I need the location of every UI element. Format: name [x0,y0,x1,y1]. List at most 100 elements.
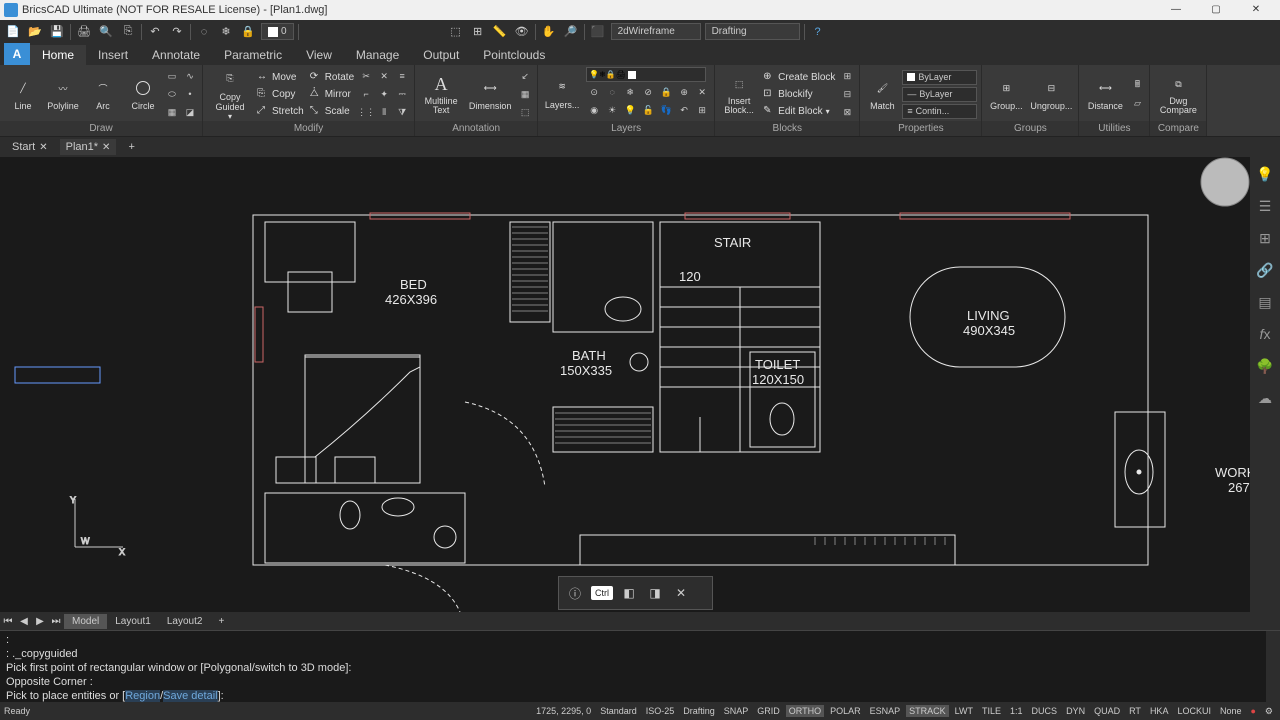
fillet-icon[interactable]: ⌐ [358,86,374,102]
layeriso-icon[interactable]: ◌ [195,23,213,41]
fx-icon[interactable]: fx [1256,325,1274,343]
blk2-icon[interactable]: ⊟ [839,86,855,102]
undo-icon[interactable]: ↶ [146,23,164,41]
toggle-strack[interactable]: STRACK [906,705,949,717]
layuniso-icon[interactable]: ◉ [586,102,602,118]
close-hint-icon[interactable]: ✕ [671,583,691,603]
layoff-icon[interactable]: ⊘ [640,84,656,100]
sheets-icon[interactable]: ▤ [1256,293,1274,311]
calc-icon[interactable]: 🖩 [1129,77,1145,93]
cmd-scrollbar[interactable] [1266,631,1280,702]
status-coords[interactable]: 1725, 2295, 0 [533,705,594,717]
move-button[interactable]: ↔Move [255,69,306,85]
mode1-icon[interactable]: ◧ [619,583,639,603]
publish-icon[interactable]: ⎘ [119,23,137,41]
tab-view[interactable]: View [294,45,344,65]
tab-manage[interactable]: Manage [344,45,411,65]
layout-prev-icon[interactable]: ◀ [16,616,32,627]
dwg-compare-button[interactable]: ⧉Dwg Compare [1154,67,1202,121]
blk3-icon[interactable]: ⊠ [839,104,855,120]
attach-icon[interactable]: 🔗 [1256,261,1274,279]
tab-output[interactable]: Output [411,45,471,65]
help-icon[interactable]: ? [809,23,827,41]
laythw-icon[interactable]: ☀ [604,102,620,118]
toggle-ortho[interactable]: ORTHO [786,705,824,717]
layon-icon[interactable]: 💡 [622,102,638,118]
polyline-button[interactable]: 〰Polyline [44,67,82,121]
new-doc-button[interactable]: + [122,139,140,155]
color-dropdown[interactable]: ByLayer [902,70,977,85]
create-block-button[interactable]: ⊕Create Block [761,69,837,85]
selsim-icon[interactable]: ⊞ [469,23,487,41]
measure-icon[interactable]: 📏 [491,23,509,41]
ellipse-icon[interactable]: ⬭ [164,86,180,102]
join-icon[interactable]: ⧩ [394,104,410,120]
toggle-lockui[interactable]: LOCKUI [1174,705,1214,717]
close-plan-icon[interactable]: ✕ [102,142,110,153]
leader-icon[interactable]: ↙ [517,68,533,84]
workspace-dropdown[interactable]: Drafting [705,23,800,40]
minimize-button[interactable]: — [1156,0,1196,20]
layerfrz-icon[interactable]: ❄ [217,23,235,41]
layer-color[interactable]: 0 [261,23,294,40]
laymcur-icon[interactable]: ⊙ [586,84,602,100]
region-icon[interactable]: ◪ [182,104,198,120]
layout-first-icon[interactable]: ⏮ [0,616,16,627]
copy-guided-button[interactable]: ⎘Copy Guided▾ [207,67,253,121]
layers-button[interactable]: ≋Layers... [542,68,582,118]
tab-home[interactable]: Home [30,45,86,65]
open-icon[interactable]: 📂 [26,23,44,41]
layfrz-icon[interactable]: ❄ [622,84,638,100]
line-button[interactable]: ╱Line [4,67,42,121]
cloud-icon[interactable]: ☁ [1256,389,1274,407]
laylck-icon[interactable]: 🔒 [658,84,674,100]
mirror-button[interactable]: ⧊Mirror [308,86,356,102]
select-icon[interactable]: ⬚ [447,23,465,41]
toggle-rt[interactable]: RT [1126,705,1144,717]
rotate-button[interactable]: ⟳Rotate [308,69,356,85]
rect-icon[interactable]: ▭ [164,68,180,84]
tab-insert[interactable]: Insert [86,45,140,65]
explode-icon[interactable]: ✦ [376,86,392,102]
toggle-esnap[interactable]: ESNAP [867,705,904,717]
layerlock-icon[interactable]: 🔒 [239,23,257,41]
command-window[interactable]: : : ._copyguided Pick first point of rec… [0,630,1280,702]
array-icon[interactable]: ⋮⋮ [358,104,374,120]
toggle-grid[interactable]: GRID [754,705,783,717]
blockify-button[interactable]: ⊡Blockify [761,86,837,102]
table-icon[interactable]: ▦ [517,86,533,102]
toggle-lwt[interactable]: LWT [952,705,976,717]
toggle-none[interactable]: None [1217,705,1245,717]
scale-button[interactable]: ⤡Scale [308,103,356,119]
distance-button[interactable]: ⟷Distance [1083,67,1127,121]
lineweight-dropdown[interactable]: ≡Contin... [902,104,977,119]
status-ws[interactable]: Drafting [680,705,718,717]
save-icon[interactable]: 💾 [48,23,66,41]
layiso-icon[interactable]: ◌ [604,84,620,100]
drawing-canvas[interactable]: BED 426X396 STAIR 120 BATH 150X335 TOILE… [0,157,1280,612]
match-button[interactable]: 🖌Match [864,67,900,121]
area-icon[interactable]: ▱ [1129,95,1145,111]
toggle-scale[interactable]: 1:1 [1007,705,1026,717]
laydel-icon[interactable]: ✕ [694,84,710,100]
stretch-button[interactable]: ⤢Stretch [255,103,306,119]
laymrg-icon[interactable]: ⊕ [676,84,692,100]
maximize-button[interactable]: ▢ [1196,0,1236,20]
layprev-icon[interactable]: ↶ [676,102,692,118]
redo-icon[interactable]: ↷ [168,23,186,41]
zoom-icon[interactable]: 🔎 [562,23,580,41]
view3d-icon[interactable]: ⬛ [589,23,607,41]
arc-button[interactable]: ⌒Arc [84,67,122,121]
tab-annotate[interactable]: Annotate [140,45,212,65]
hatch-icon[interactable]: ▦ [164,104,180,120]
offset-icon[interactable]: ⫴ [376,104,392,120]
align-icon[interactable]: ≡ [394,68,410,84]
linetype-dropdown[interactable]: —ByLayer [902,87,977,102]
edit-block-button[interactable]: ✎Edit Block▾ [761,103,837,119]
insert-block-button[interactable]: ⬚Insert Block... [719,67,759,121]
info-icon[interactable]: ⓘ [565,583,585,603]
status-gear-icon[interactable]: ⚙ [1262,705,1276,718]
close-button[interactable]: ✕ [1236,0,1276,20]
close-start-icon[interactable]: ✕ [39,142,47,153]
print-icon[interactable]: 🖨 [75,23,93,41]
